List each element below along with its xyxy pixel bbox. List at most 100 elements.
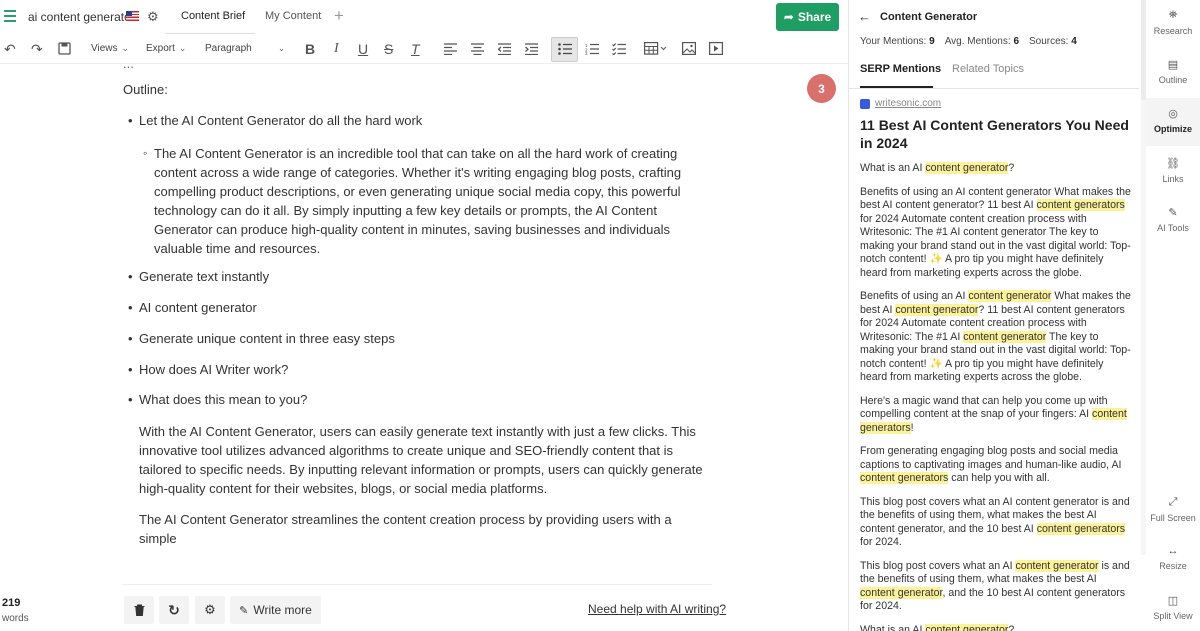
bullet-text: Generate unique content in three easy st… bbox=[139, 331, 395, 346]
editor-content[interactable]: ... Outline: 3 Let the AI Content Genera… bbox=[0, 64, 848, 584]
gear-icon: ⚙ bbox=[204, 602, 216, 617]
indent-icon[interactable] bbox=[525, 43, 538, 55]
mention-snippet: From generating engaging blog posts and … bbox=[860, 445, 1122, 484]
serp-mentions-list: writesonic.com 11 Best AI Content Genera… bbox=[860, 98, 1132, 631]
document-title[interactable]: ai content generator bbox=[28, 10, 135, 24]
image-insert-icon[interactable] bbox=[682, 42, 696, 55]
rail-item-links[interactable]: ⛓ Links bbox=[1146, 157, 1200, 184]
clipped-text-fragment: ... bbox=[123, 64, 134, 71]
tab-divider bbox=[849, 88, 1139, 89]
svg-text:3: 3 bbox=[585, 51, 588, 55]
refresh-icon: ↻ bbox=[168, 601, 180, 618]
tab-serp-mentions[interactable]: SERP Mentions bbox=[860, 63, 941, 75]
italic-icon[interactable]: I bbox=[334, 40, 339, 58]
paragraph: With the AI Content Generator, users can… bbox=[139, 424, 703, 496]
write-more-label: Write more bbox=[253, 603, 312, 617]
us-flag-icon[interactable] bbox=[126, 11, 139, 21]
bullet-text: Let the AI Content Generator do all the … bbox=[139, 113, 423, 128]
share-button[interactable]: ➦ Share bbox=[776, 3, 839, 31]
rail-label: Links bbox=[1162, 174, 1184, 184]
stat-value: 6 bbox=[1013, 36, 1019, 47]
ai-help-link[interactable]: Need help with AI writing? bbox=[588, 602, 726, 616]
top-bar: ai content generator ⚙ Content Brief My … bbox=[0, 0, 848, 34]
mention-snippet: Here's a magic wand that can help you co… bbox=[860, 394, 1127, 434]
export-label: Export bbox=[146, 43, 175, 54]
document-icon: ▤ bbox=[1167, 59, 1179, 71]
bullet-text: Generate text instantly bbox=[139, 269, 270, 284]
bold-icon[interactable]: B bbox=[305, 40, 315, 58]
tab-content-brief[interactable]: Content Brief bbox=[181, 10, 245, 22]
back-arrow-icon[interactable]: ← bbox=[858, 9, 871, 24]
views-dropdown[interactable]: Views ⌄ bbox=[91, 43, 129, 54]
align-center-icon[interactable] bbox=[471, 43, 484, 55]
rail-label: Split View bbox=[1153, 611, 1193, 621]
outdent-icon[interactable] bbox=[498, 43, 511, 55]
export-dropdown[interactable]: Export ⌄ bbox=[146, 43, 186, 54]
target-icon: ◎ bbox=[1168, 108, 1178, 120]
trash-icon bbox=[134, 604, 144, 616]
word-count: 219 bbox=[2, 597, 21, 609]
stat-label: Sources: bbox=[1029, 36, 1069, 47]
rail-item-ai-tools[interactable]: ✎ AI Tools bbox=[1146, 206, 1200, 233]
rail-item-research[interactable]: ⛯ Research bbox=[1146, 9, 1200, 36]
stat-value: 4 bbox=[1071, 36, 1077, 47]
link-icon: ⛓ bbox=[1166, 158, 1180, 170]
numbered-list-icon[interactable]: 123 bbox=[585, 43, 599, 55]
source-link[interactable]: writesonic.com bbox=[860, 98, 1132, 109]
strikethrough-icon[interactable]: S bbox=[384, 40, 393, 58]
tool-rail: ⛯ Research ▤ Outline ◎ Optimize ⛓ Links ✎ AI … bbox=[1146, 0, 1200, 631]
binoculars-icon: ⛯ bbox=[1168, 9, 1178, 21]
save-icon[interactable] bbox=[58, 42, 71, 55]
list-item: Let the AI Content Generator do all the … bbox=[128, 113, 422, 128]
list-item: How does AI Writer work? bbox=[128, 362, 288, 377]
rail-item-outline[interactable]: ▤ Outline bbox=[1146, 58, 1200, 85]
hamburger-menu-icon[interactable] bbox=[4, 10, 16, 22]
underline-icon[interactable]: U bbox=[358, 40, 368, 58]
write-more-button[interactable]: ✎ Write more bbox=[230, 596, 321, 624]
rail-item-split-view[interactable]: ◫ Split View bbox=[1146, 594, 1200, 621]
source-heading: 11 Best AI Content Generators You Need i… bbox=[860, 117, 1129, 151]
split-view-icon: ◫ bbox=[1167, 595, 1179, 607]
list-item: Generate text instantly bbox=[128, 269, 269, 284]
delete-button[interactable] bbox=[124, 596, 154, 624]
outline-label: Outline: bbox=[123, 82, 168, 97]
undo-icon[interactable]: ↶ bbox=[4, 40, 16, 58]
rail-label: Research bbox=[1153, 26, 1193, 36]
add-tab-button[interactable]: + bbox=[334, 6, 344, 26]
rail-item-resize[interactable]: ↔ Resize bbox=[1146, 545, 1200, 571]
paragraph-label: Paragraph bbox=[205, 43, 252, 54]
divider bbox=[122, 584, 712, 585]
bullet-list-icon[interactable] bbox=[558, 43, 572, 55]
rail-label: Resize bbox=[1159, 561, 1187, 571]
rail-item-optimize[interactable]: ◎ Optimize bbox=[1146, 98, 1200, 146]
rail-label: Outline bbox=[1158, 75, 1188, 85]
video-insert-icon[interactable] bbox=[709, 42, 723, 55]
align-left-icon[interactable] bbox=[444, 43, 457, 55]
resize-arrows-icon: ↔ bbox=[1167, 545, 1179, 557]
paragraph-style-select[interactable]: Paragraph ⌄ bbox=[205, 43, 285, 54]
checklist-icon[interactable] bbox=[612, 43, 626, 55]
rail-label: Full Screen bbox=[1150, 513, 1196, 523]
mention-snippet: What is an AI content generator? bbox=[860, 162, 1015, 174]
mention-snippet: What is an AI content generator? bbox=[860, 623, 1132, 631]
content-generator-panel: ← Content Generator Your Mentions: 9 Avg… bbox=[848, 0, 1146, 631]
writesonic-logo-icon bbox=[860, 98, 870, 109]
rail-item-full-screen[interactable]: ⤢ Full Screen bbox=[1146, 496, 1200, 523]
stat-label: Your Mentions: bbox=[860, 36, 927, 47]
editor-bottom-bar: 219 words ↻ ⚙ ✎ Write more Need help wit… bbox=[0, 584, 848, 631]
chevron-down-icon: ⌄ bbox=[277, 43, 286, 53]
tab-related-topics[interactable]: Related Topics bbox=[952, 63, 1024, 75]
notification-count-badge[interactable]: 3 bbox=[807, 74, 836, 103]
ai-settings-button[interactable]: ⚙ bbox=[195, 596, 225, 624]
tab-my-content[interactable]: My Content bbox=[265, 10, 321, 22]
regenerate-button[interactable]: ↻ bbox=[159, 596, 189, 624]
rail-label: Optimize bbox=[1153, 124, 1192, 134]
list-item: AI content generator bbox=[128, 300, 257, 315]
views-label: Views bbox=[91, 43, 118, 54]
table-insert-icon[interactable] bbox=[644, 42, 668, 55]
share-icon: ➦ bbox=[783, 10, 794, 24]
clear-format-icon[interactable]: T bbox=[411, 40, 420, 58]
redo-icon[interactable]: ↷ bbox=[31, 40, 43, 58]
settings-gear-icon[interactable]: ⚙ bbox=[147, 9, 159, 25]
mention-snippet: Benefits of using an AI content generato… bbox=[860, 185, 1131, 279]
